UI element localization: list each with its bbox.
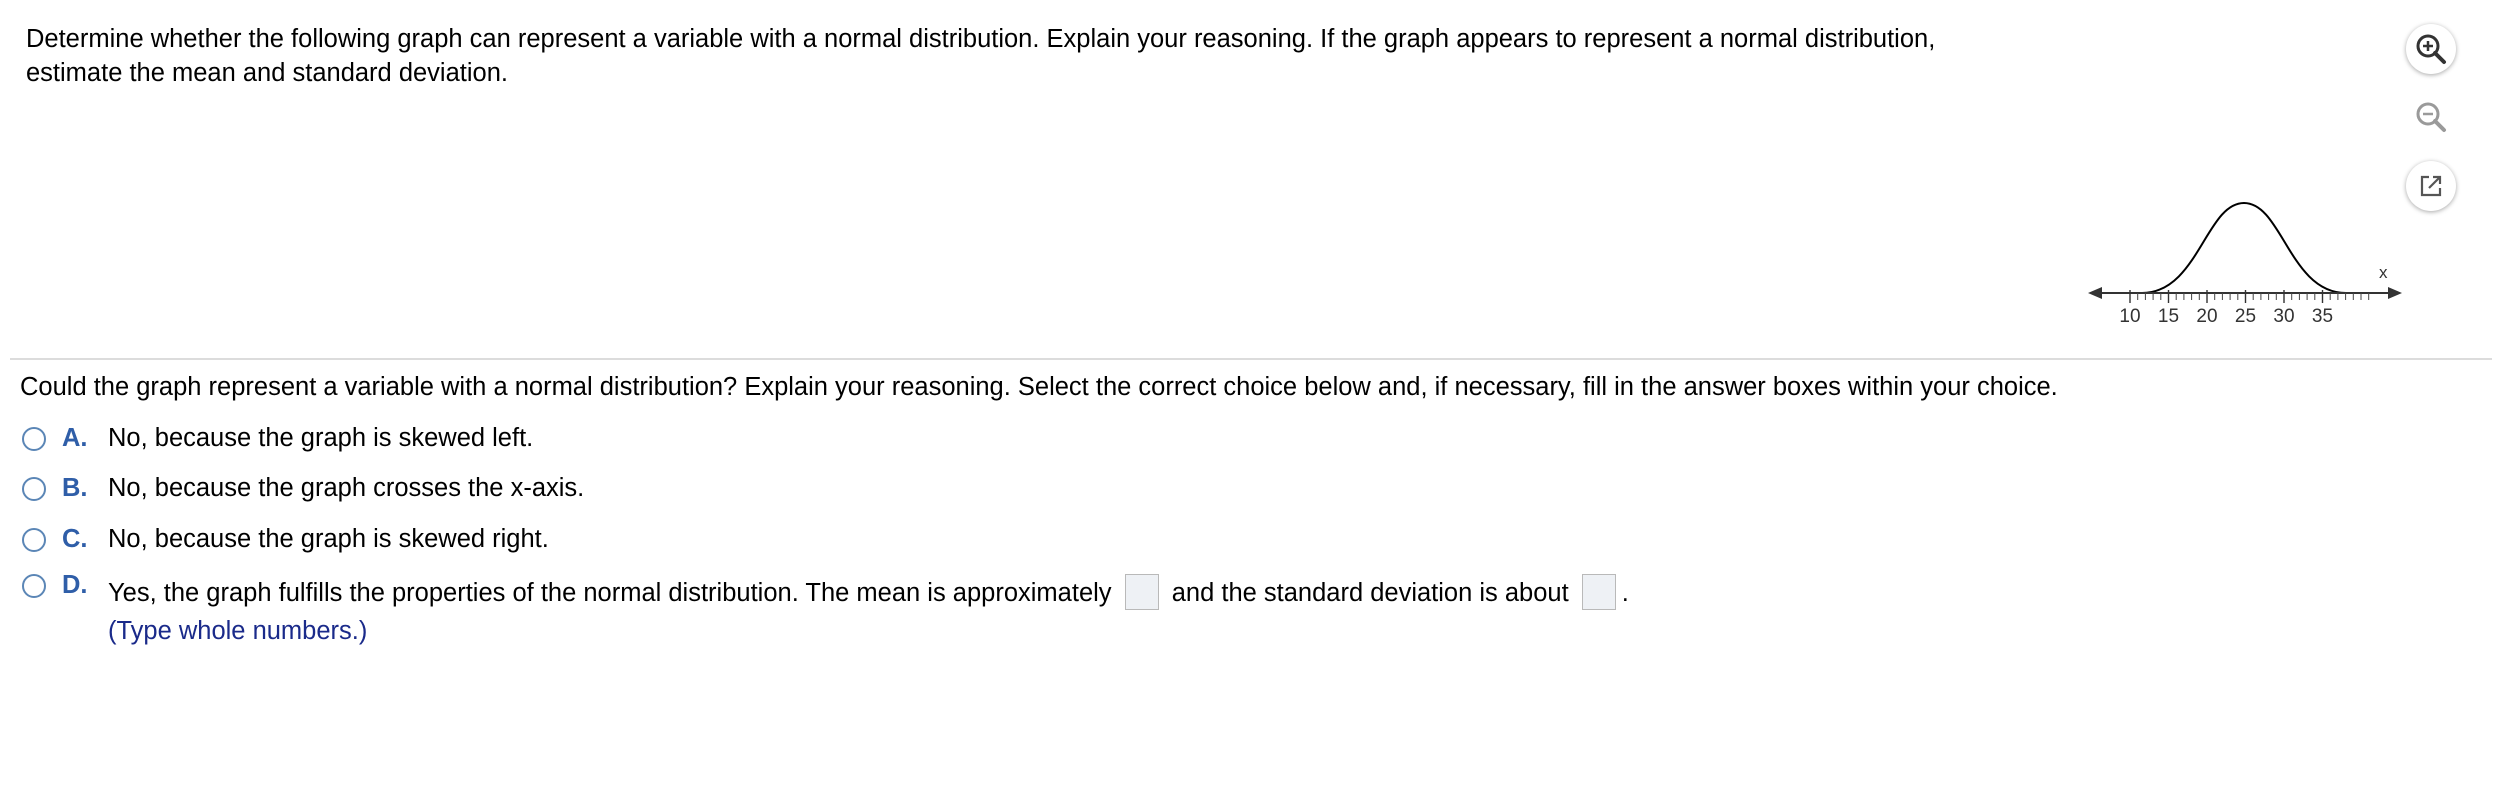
choice-d-text-end: . — [1621, 579, 1629, 607]
choice-b-radio[interactable] — [22, 477, 46, 501]
choice-d-letter: D. — [62, 571, 88, 599]
sd-answer-box[interactable] — [1581, 574, 1616, 611]
mean-answer-box[interactable] — [1124, 574, 1159, 611]
choice-b-letter: B. — [62, 474, 88, 502]
question-text: Determine whether the following graph ca… — [26, 25, 1936, 87]
zoom-in-button[interactable] — [2406, 24, 2456, 74]
x-axis-tick-labels: 10 15 20 25 30 35 — [2119, 290, 2333, 327]
choice-d-hint: (Type whole numbers.) — [108, 617, 368, 645]
choice-d-radio[interactable] — [22, 574, 46, 598]
zoom-out-icon — [2416, 102, 2446, 132]
tick-label: 30 — [2273, 306, 2294, 327]
choice-c-letter: C. — [62, 525, 88, 553]
choice-d-text: Yes, the graph fulfills the properties o… — [108, 574, 1629, 612]
choice-a-radio[interactable] — [22, 427, 46, 451]
choice-a-letter: A. — [62, 424, 88, 452]
distribution-curve — [2141, 201, 2347, 294]
zoom-in-icon — [2416, 34, 2446, 64]
normal-curve-graph: x 10 15 20 25 30 35 — [2080, 185, 2410, 335]
choice-b-text: No, because the graph crosses the x-axis… — [108, 474, 585, 502]
tick-label: 25 — [2235, 306, 2256, 327]
zoom-out-button[interactable] — [2406, 92, 2456, 142]
choice-c-radio[interactable] — [22, 528, 46, 552]
choice-d-text-part1: Yes, the graph fulfills the properties o… — [108, 579, 1112, 607]
x-axis-left-arrow — [2088, 287, 2102, 299]
section-divider — [10, 358, 2492, 360]
choice-a-text: No, because the graph is skewed left. — [108, 424, 534, 452]
prompt-text: Could the graph represent a variable wit… — [20, 373, 2058, 401]
tick-label: 15 — [2158, 306, 2179, 327]
x-axis-label: x — [2379, 263, 2388, 282]
tick-label: 35 — [2312, 306, 2333, 327]
popout-icon — [2420, 175, 2442, 197]
x-axis-minor-ticks — [2129, 293, 2370, 300]
tick-label: 10 — [2119, 306, 2140, 327]
popout-button[interactable] — [2406, 161, 2456, 211]
choice-c-text: No, because the graph is skewed right. — [108, 525, 549, 553]
tick-label: 20 — [2196, 306, 2217, 327]
choice-d-text-part2: and the standard deviation is about — [1171, 579, 1569, 607]
x-axis-right-arrow — [2388, 287, 2402, 299]
